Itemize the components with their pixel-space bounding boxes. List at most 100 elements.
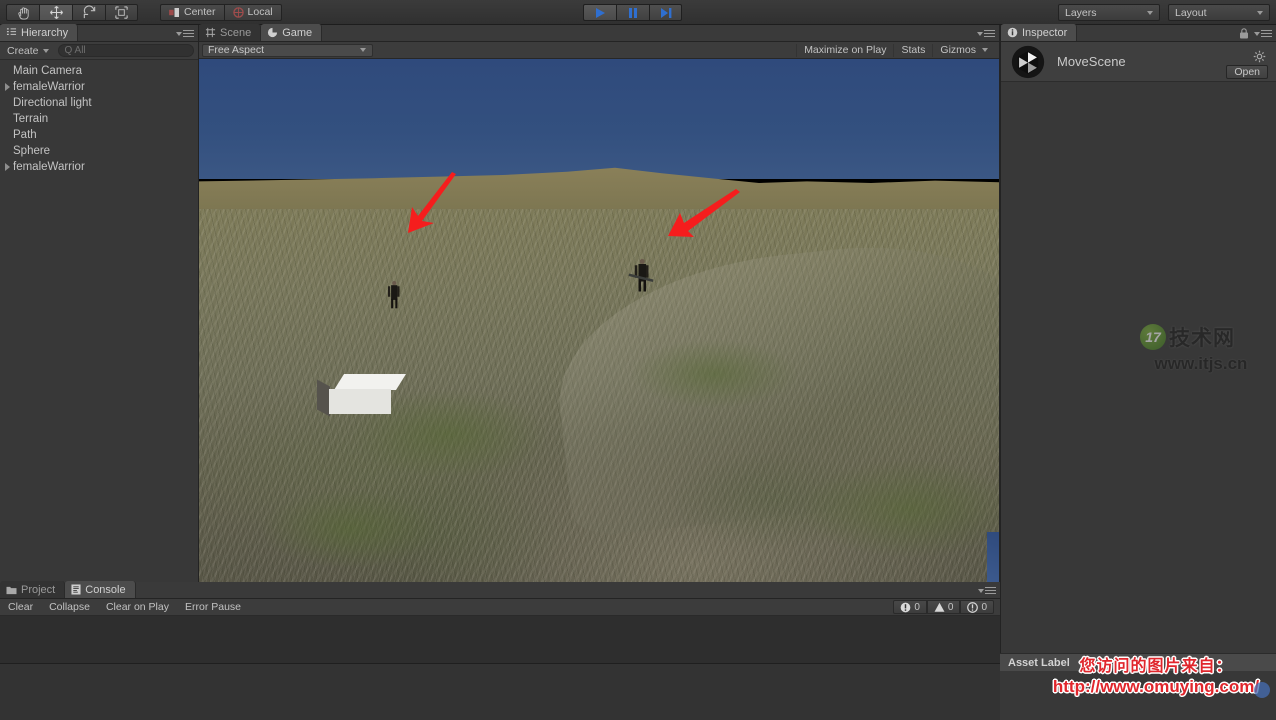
chevron-down-icon (42, 48, 49, 53)
error-count[interactable]: 0 (893, 600, 927, 614)
menu-icon (985, 585, 996, 596)
layout-dropdown[interactable]: Layout (1168, 4, 1270, 21)
chevron-down-icon (360, 48, 366, 52)
pause-button[interactable] (616, 4, 649, 21)
chevron-down-icon (1257, 10, 1263, 15)
gamepad-icon (268, 27, 278, 38)
pivot-mode-button[interactable]: Center (160, 3, 224, 21)
hierarchy-item-label: Terrain (13, 113, 49, 125)
hierarchy-tree[interactable]: Main Camera femaleWarrior Directional li… (0, 60, 198, 582)
tab-console[interactable]: Console (65, 581, 136, 598)
hierarchy-item-label: Main Camera (13, 65, 83, 77)
clear-button[interactable]: Clear (0, 599, 41, 616)
tab-console-label: Console (85, 583, 126, 596)
chevron-down-icon (978, 588, 984, 593)
warrior-arm-left (387, 286, 391, 297)
tab-hierarchy[interactable]: Hierarchy (0, 24, 79, 41)
gizmos-label: Gizmos (940, 44, 976, 56)
layers-dropdown[interactable]: Layers (1058, 4, 1160, 21)
list-item[interactable]: Directional light (0, 95, 198, 111)
tab-project[interactable]: Project (0, 581, 66, 598)
info-icon (1007, 27, 1018, 38)
hierarchy-search-input[interactable]: Q All (57, 44, 194, 57)
tab-hierarchy-label: Hierarchy (21, 26, 69, 39)
console-counters: 0 0 0 (893, 600, 994, 614)
hierarchy-icon (6, 27, 17, 35)
gizmos-dropdown[interactable]: Gizmos (932, 43, 995, 57)
chevron-down-icon (1254, 31, 1260, 36)
rotate-tool-button[interactable] (72, 3, 105, 21)
game-render-surface[interactable] (199, 59, 999, 582)
open-label: Open (1234, 66, 1260, 78)
collapse-toggle[interactable]: Collapse (41, 599, 98, 616)
lock-icon[interactable] (1239, 28, 1249, 39)
maximize-on-play-toggle[interactable]: Maximize on Play (796, 43, 893, 57)
warrior-arm-right (646, 265, 649, 278)
inspector-tab-menu[interactable] (1239, 28, 1272, 39)
play-button[interactable] (583, 4, 616, 21)
foldout-icon[interactable] (2, 163, 13, 171)
foldout-icon[interactable] (2, 83, 13, 91)
error-icon (900, 602, 911, 612)
step-button[interactable] (649, 4, 682, 21)
list-item[interactable]: femaleWarrior (0, 79, 198, 95)
space-mode-button[interactable]: Local (223, 3, 282, 21)
create-button[interactable]: Create (4, 45, 52, 57)
info-count[interactable]: 0 (960, 600, 994, 614)
gameview-tab-menu[interactable] (977, 28, 995, 39)
gear-icon[interactable] (1253, 50, 1266, 66)
list-item[interactable]: femaleWarrior (0, 159, 198, 175)
list-item[interactable]: Path (0, 127, 198, 143)
tab-scene[interactable]: Scene (199, 24, 262, 41)
hierarchy-tab-bar: Hierarchy (0, 24, 198, 42)
hierarchy-item-label: femaleWarrior (13, 161, 85, 173)
list-item[interactable]: Sphere (0, 143, 198, 159)
list-item[interactable]: Terrain (0, 111, 198, 127)
aspect-ratio-dropdown[interactable]: Free Aspect (202, 43, 373, 57)
grid-icon (205, 27, 216, 38)
console-toolbar: Clear Collapse Clear on Play Error Pause… (0, 599, 1000, 616)
game-view-toolbar-right: Maximize on Play Stats Gizmos (796, 43, 995, 57)
tab-inspector[interactable]: Inspector (1001, 24, 1078, 41)
hierarchy-item-label: Directional light (13, 97, 92, 109)
console-tab-menu[interactable] (978, 585, 996, 596)
console-detail-pane[interactable] (0, 664, 1000, 720)
console-message-list[interactable] (0, 616, 1000, 664)
stats-toggle[interactable]: Stats (893, 43, 932, 57)
error-pause-label: Error Pause (184, 601, 242, 613)
clear-on-play-toggle[interactable]: Clear on Play (98, 599, 177, 616)
maximize-on-play-label: Maximize on Play (804, 44, 887, 56)
step-icon (660, 7, 671, 18)
menu-icon (984, 28, 995, 39)
inspector-tab-bar: Inspector (1001, 24, 1276, 42)
move-tool-button[interactable] (39, 3, 72, 21)
hierarchy-toolbar: Create Q All (0, 42, 198, 60)
play-icon (596, 7, 605, 18)
folder-icon (6, 586, 17, 594)
open-button[interactable]: Open (1226, 65, 1268, 79)
search-placeholder: Q All (64, 45, 86, 56)
tab-game[interactable]: Game (261, 24, 323, 41)
box-top-face (334, 374, 406, 390)
hand-tool-button[interactable] (6, 3, 39, 21)
toolbar-right-dropdowns: Layers Layout (1058, 4, 1270, 21)
warrior-leg-right (643, 280, 646, 292)
transform-tools-group (6, 3, 138, 21)
pivot-space-group: Center Local (160, 3, 282, 21)
warning-count[interactable]: 0 (926, 600, 961, 614)
list-item[interactable]: Main Camera (0, 63, 198, 79)
hierarchy-tab-menu[interactable] (176, 28, 194, 39)
scale-tool-button[interactable] (105, 3, 138, 21)
stats-label: Stats (901, 44, 926, 56)
info-icon (967, 601, 979, 613)
layers-label: Layers (1065, 6, 1097, 19)
main-toolbar: Center Local Layers Layout (0, 0, 1276, 25)
inspector-body (1001, 82, 1276, 712)
asset-label-bar[interactable]: Asset Label (1000, 653, 1276, 671)
playback-controls (583, 4, 682, 21)
tab-project-label: Project (21, 583, 56, 596)
error-pause-toggle[interactable]: Error Pause (177, 599, 249, 616)
hierarchy-item-label: femaleWarrior (13, 81, 85, 93)
tab-inspector-label: Inspector (1022, 26, 1068, 39)
tab-game-label: Game (282, 26, 313, 39)
